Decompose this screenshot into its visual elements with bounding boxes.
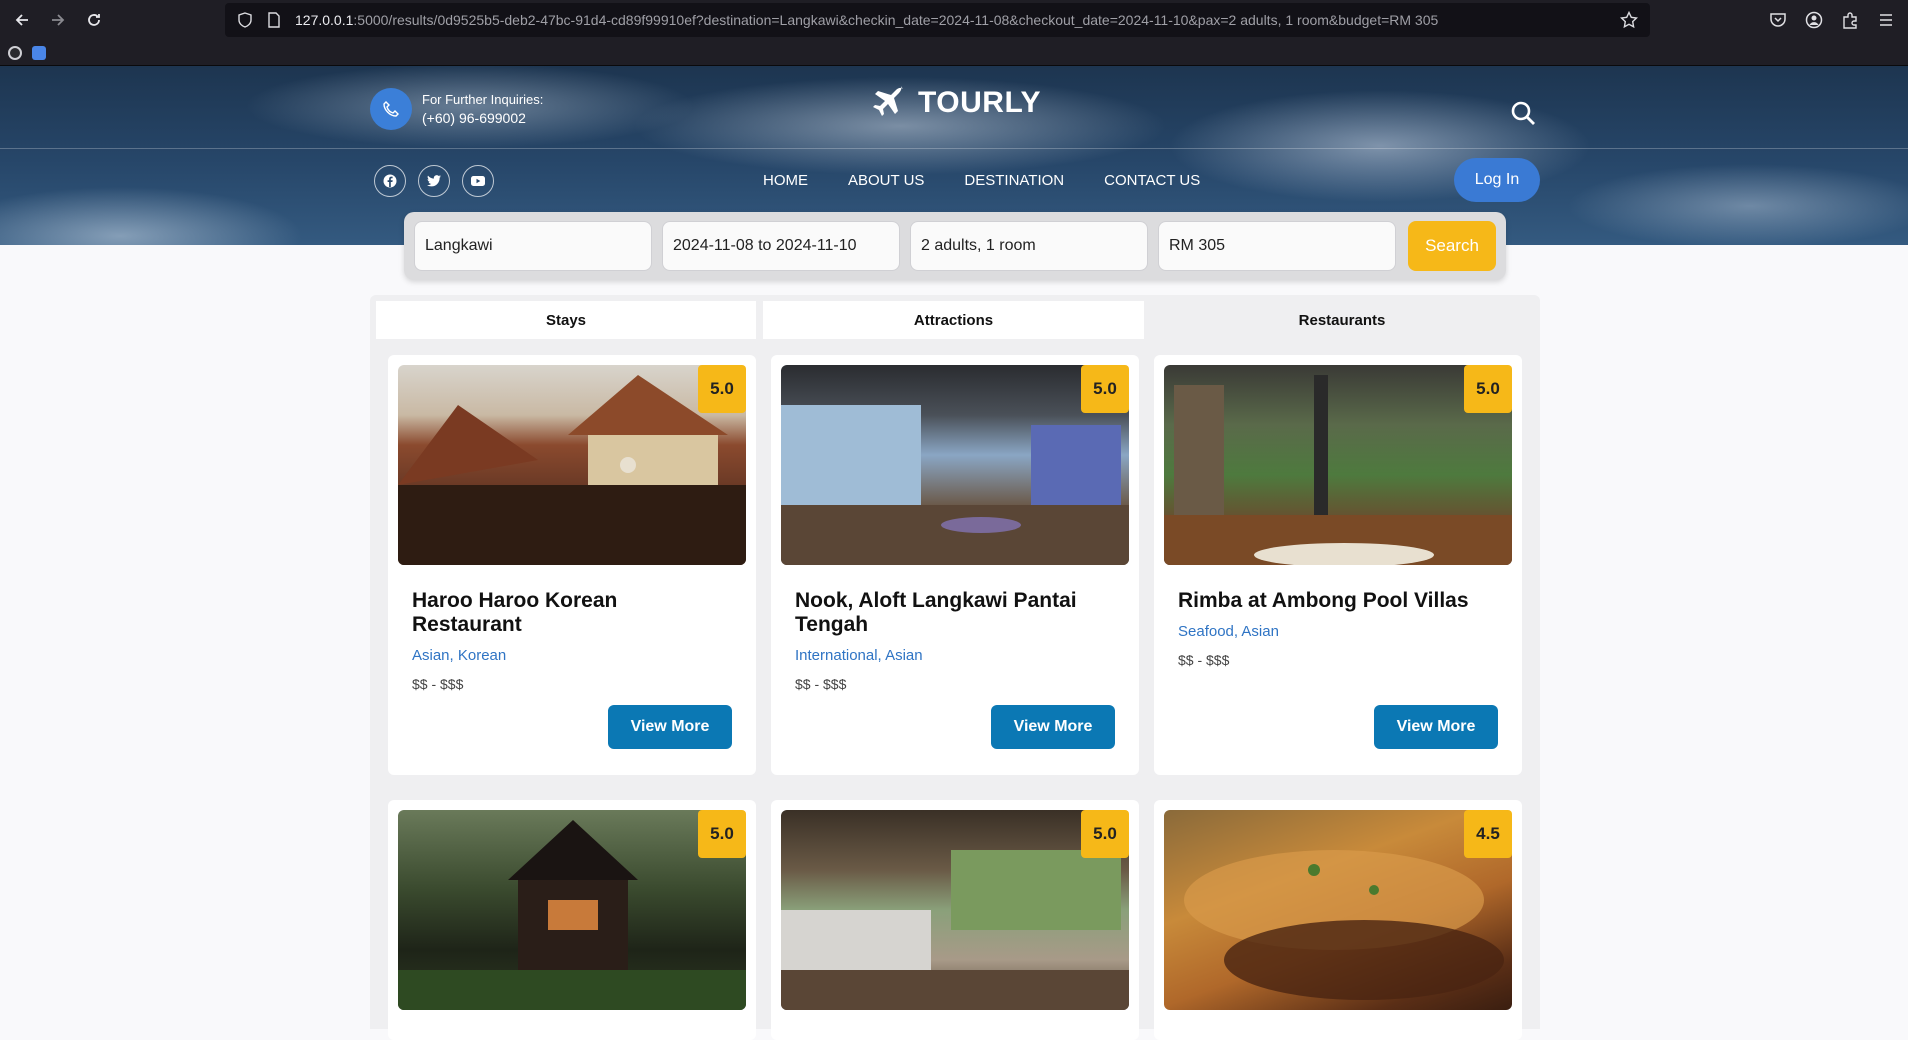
phone-icon xyxy=(370,88,412,130)
cuisine-tags[interactable]: International, Asian xyxy=(795,647,923,664)
restaurant-card: 5.0 Nook, Aloft Langkawi Pantai Tengah I… xyxy=(771,355,1139,775)
search-icon[interactable] xyxy=(1510,100,1536,131)
destination-field[interactable]: Langkawi xyxy=(414,221,652,271)
view-more-button[interactable]: View More xyxy=(608,705,732,749)
back-icon[interactable] xyxy=(8,6,36,34)
url-host: 127.0.0.1 xyxy=(295,12,354,28)
header-divider xyxy=(0,148,1908,149)
cuisine-tags[interactable]: Asian, Korean xyxy=(412,647,506,664)
restaurant-name: Haroo Haroo Korean Restaurant xyxy=(412,589,618,636)
restaurant-photo[interactable] xyxy=(1164,810,1512,1010)
nav-about-us[interactable]: ABOUT US xyxy=(848,172,924,189)
rating-badge: 5.0 xyxy=(1464,365,1512,413)
inquiry-block: For Further Inquiries: (+60) 96-699002 xyxy=(422,90,543,128)
budget-field[interactable]: RM 305 xyxy=(1158,221,1396,271)
restaurant-name: Nook, Aloft Langkawi Pantai Tengah xyxy=(795,589,1077,636)
account-icon[interactable] xyxy=(1802,6,1826,34)
restaurant-photo[interactable] xyxy=(1164,365,1512,565)
restaurant-card: 5.0 Rimba at Ambong Pool Villas Seafood,… xyxy=(1154,355,1522,775)
date-range-field[interactable]: 2024-11-08 to 2024-11-10 xyxy=(662,221,900,271)
forward-icon[interactable] xyxy=(44,6,72,34)
nav-home[interactable]: HOME xyxy=(763,172,808,189)
restaurant-photo[interactable] xyxy=(781,365,1129,565)
guests-field[interactable]: 2 adults, 1 room xyxy=(910,221,1148,271)
nav-contact-us[interactable]: CONTACT US xyxy=(1104,172,1200,189)
search-bar: Langkawi 2024-11-08 to 2024-11-10 2 adul… xyxy=(404,212,1506,280)
restaurant-card: 5.0 xyxy=(388,800,756,1040)
tab-attractions[interactable]: Attractions xyxy=(763,301,1144,339)
extensions-icon[interactable] xyxy=(1838,6,1862,34)
restaurant-photo[interactable] xyxy=(398,365,746,565)
rating-badge: 5.0 xyxy=(698,365,746,413)
reload-icon[interactable] xyxy=(80,6,108,34)
restaurant-card: 4.5 xyxy=(1154,800,1522,1040)
bookmark-star-icon[interactable] xyxy=(1619,10,1639,32)
price-range: $$ - $$$ xyxy=(1178,652,1230,668)
shield-icon xyxy=(238,12,252,28)
login-button[interactable]: Log In xyxy=(1454,158,1540,202)
rating-badge: 5.0 xyxy=(1081,365,1129,413)
menu-icon[interactable] xyxy=(1874,6,1898,34)
browser-toolbar: 127.0.0.1:5000/results/0d9525b5-deb2-47b… xyxy=(0,0,1908,40)
nav-destination[interactable]: DESTINATION xyxy=(964,172,1064,189)
facebook-icon[interactable] xyxy=(374,165,406,197)
youtube-icon[interactable] xyxy=(462,165,494,197)
restaurant-name: Rimba at Ambong Pool Villas xyxy=(1178,589,1469,612)
chatgpt-bookmark-icon[interactable] xyxy=(8,45,22,60)
address-bar[interactable]: 127.0.0.1:5000/results/0d9525b5-deb2-47b… xyxy=(225,3,1650,37)
brand-name: TOURLY xyxy=(918,86,1042,119)
view-more-button[interactable]: View More xyxy=(1374,705,1498,749)
main-nav: HOME ABOUT US DESTINATION CONTACT US xyxy=(763,172,1200,189)
results-panel: Stays Attractions Restaurants 5.0 Haroo … xyxy=(370,295,1540,1040)
restaurant-card: 5.0 Haroo Haroo Korean Restaurant Asian,… xyxy=(388,355,756,775)
price-range: $$ - $$$ xyxy=(412,676,464,692)
pocket-icon[interactable] xyxy=(1766,6,1790,34)
rating-badge: 5.0 xyxy=(1081,810,1129,858)
page-icon xyxy=(268,12,280,28)
tab-stays[interactable]: Stays xyxy=(376,301,756,339)
search-button[interactable]: Search xyxy=(1408,221,1496,271)
restaurant-card: 5.0 xyxy=(771,800,1139,1040)
url-path: :5000/results/0d9525b5-deb2-47bc-91d4-cd… xyxy=(353,12,1439,28)
docs-bookmark-icon[interactable] xyxy=(32,45,46,60)
price-range: $$ - $$$ xyxy=(795,676,847,692)
rating-badge: 5.0 xyxy=(698,810,746,858)
rating-badge: 4.5 xyxy=(1464,810,1512,858)
twitter-icon[interactable] xyxy=(418,165,450,197)
restaurant-photo[interactable] xyxy=(781,810,1129,1010)
restaurant-photo[interactable] xyxy=(398,810,746,1010)
brand-logo[interactable]: TOURLY xyxy=(870,84,1041,122)
airplane-icon xyxy=(873,86,903,116)
bookmarks-toolbar xyxy=(0,40,1908,66)
cuisine-tags[interactable]: Seafood, Asian xyxy=(1178,623,1279,640)
inquiry-label: For Further Inquiries: xyxy=(422,92,544,107)
view-more-button[interactable]: View More xyxy=(991,705,1115,749)
phone-number: (+60) 96-699002 xyxy=(422,110,526,126)
tab-restaurants[interactable]: Restaurants xyxy=(1150,301,1534,339)
